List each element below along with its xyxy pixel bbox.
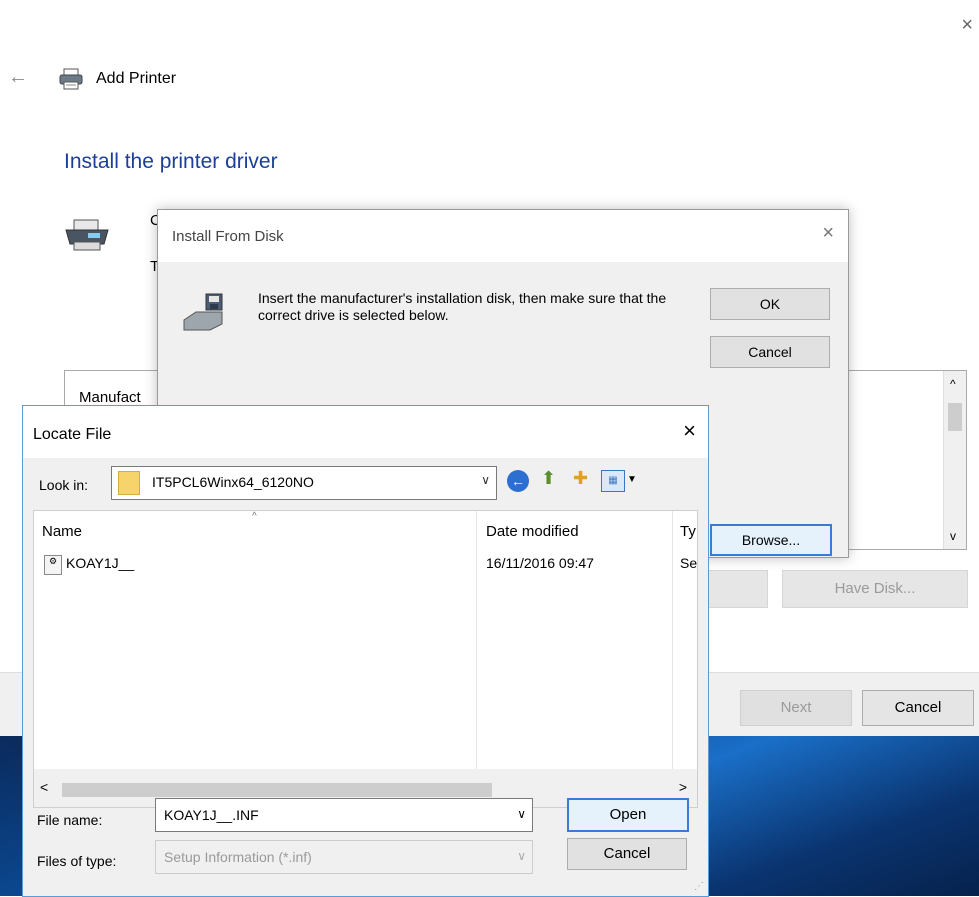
dialog-title: Install From Disk bbox=[172, 228, 284, 245]
new-folder-icon[interactable]: ✚ bbox=[573, 468, 588, 489]
resize-grip-icon[interactable]: ⋰ bbox=[694, 881, 704, 892]
scroll-thumb[interactable] bbox=[62, 783, 492, 797]
folder-icon bbox=[118, 471, 140, 495]
browse-button[interactable]: Browse... bbox=[710, 524, 832, 556]
cancel-button[interactable]: Cancel bbox=[710, 336, 830, 368]
file-date: 16/11/2016 09:47 bbox=[486, 555, 594, 571]
scroll-down-icon[interactable]: v bbox=[950, 529, 956, 543]
back-arrow-icon[interactable]: ← bbox=[8, 66, 28, 89]
locate-file-dialog: Locate File × Look in: IT5PCL6Winx64_612… bbox=[22, 405, 709, 897]
chevron-down-icon[interactable]: ∨ bbox=[517, 807, 526, 821]
sort-indicator-icon: ^ bbox=[252, 511, 257, 522]
column-header-date[interactable]: Date modified bbox=[486, 523, 579, 540]
dialog-titlebar: Install From Disk × bbox=[158, 210, 848, 262]
listbox-scrollbar[interactable]: ^ v bbox=[943, 371, 966, 549]
scroll-left-icon[interactable]: < bbox=[40, 779, 48, 795]
file-name-value: KOAY1J__.INF bbox=[164, 807, 259, 823]
scroll-thumb[interactable] bbox=[948, 403, 962, 431]
chevron-down-icon[interactable]: ∨ bbox=[517, 849, 526, 863]
setup-file-icon: ⚙ bbox=[44, 555, 62, 575]
ok-button[interactable]: OK bbox=[710, 288, 830, 320]
close-icon[interactable]: × bbox=[822, 222, 834, 245]
have-disk-button[interactable]: Have Disk... bbox=[782, 570, 968, 608]
list-item[interactable]: ⚙ KOAY1J__ 16/11/2016 09:47 Se bbox=[44, 553, 698, 575]
file-list[interactable]: ^ Name Date modified Ty ⚙ KOAY1J__ 16/11… bbox=[33, 510, 698, 808]
look-in-dropdown[interactable]: IT5PCL6Winx64_6120NO ∨ bbox=[111, 466, 497, 500]
next-button[interactable]: Next bbox=[740, 690, 852, 726]
file-type: Se bbox=[680, 555, 698, 571]
file-name-label: File name: bbox=[37, 812, 103, 828]
files-of-type-label: Files of type: bbox=[37, 853, 117, 869]
cancel-button[interactable]: Cancel bbox=[567, 838, 687, 870]
open-button[interactable]: Open bbox=[567, 798, 689, 832]
look-in-label: Look in: bbox=[39, 477, 89, 493]
look-in-value: IT5PCL6Winx64_6120NO bbox=[152, 474, 314, 490]
printer-icon bbox=[65, 219, 109, 251]
wizard-cancel-button[interactable]: Cancel bbox=[862, 690, 974, 726]
dialog-title: Locate File bbox=[33, 426, 112, 443]
column-header-type[interactable]: Ty bbox=[680, 523, 696, 540]
wizard-title: Add Printer bbox=[96, 70, 177, 87]
files-of-type-value: Setup Information (*.inf) bbox=[164, 849, 312, 865]
view-menu-icon[interactable]: ▦ bbox=[601, 470, 625, 492]
files-of-type-select[interactable]: Setup Information (*.inf) ∨ bbox=[155, 840, 533, 874]
manufacturer-column-header: Manufact bbox=[79, 389, 141, 406]
up-folder-icon[interactable]: ⬆ bbox=[541, 468, 556, 489]
chevron-down-icon[interactable]: ∨ bbox=[481, 473, 490, 487]
file-name-input[interactable]: KOAY1J__.INF ∨ bbox=[155, 798, 533, 832]
back-arrow-icon[interactable]: ← bbox=[507, 470, 529, 492]
view-menu-arrow-icon[interactable]: ▼ bbox=[627, 474, 637, 485]
install-instruction-text: Insert the manufacturer's installation d… bbox=[258, 290, 667, 323]
column-divider[interactable] bbox=[672, 511, 673, 769]
file-name: KOAY1J__ bbox=[66, 555, 135, 571]
column-divider[interactable] bbox=[476, 511, 477, 769]
scroll-right-icon[interactable]: > bbox=[679, 779, 687, 795]
printer-small-icon bbox=[59, 68, 83, 90]
page-heading: Install the printer driver bbox=[64, 150, 278, 173]
disk-drive-icon bbox=[183, 293, 223, 331]
column-header-name[interactable]: Name bbox=[42, 523, 82, 540]
scroll-up-icon[interactable]: ^ bbox=[950, 377, 956, 391]
wizard-close-icon[interactable]: × bbox=[961, 14, 973, 37]
dialog-titlebar: Locate File × bbox=[23, 406, 708, 458]
close-icon[interactable]: × bbox=[683, 418, 696, 444]
